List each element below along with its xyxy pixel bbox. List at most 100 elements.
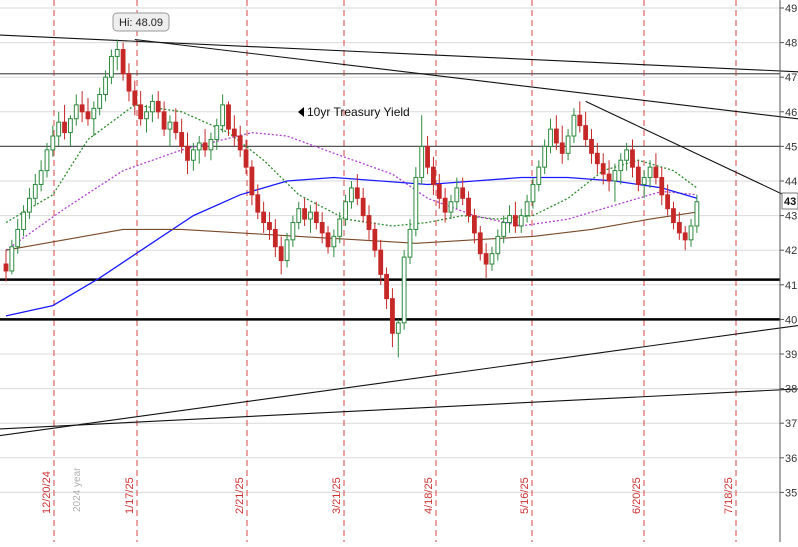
candle-body <box>477 232 483 255</box>
candle-body <box>606 173 612 182</box>
candle-body <box>577 114 583 127</box>
candle-body <box>612 170 618 182</box>
candle-body <box>419 145 425 179</box>
candle-body <box>489 253 495 265</box>
candle-body <box>302 208 308 220</box>
trendlines <box>0 34 798 437</box>
candle-body <box>155 100 161 113</box>
candle-body <box>501 222 507 237</box>
hi-label-group: Hi: 48.09 <box>112 12 170 32</box>
candle-body <box>325 232 331 248</box>
candle-body <box>190 149 196 161</box>
candle-body <box>378 249 384 275</box>
candle-body <box>524 201 530 217</box>
trendline <box>585 100 798 203</box>
candle-body <box>32 183 38 199</box>
candle-body <box>79 104 85 113</box>
candle-body <box>103 76 108 95</box>
candle-body <box>536 166 542 185</box>
candle-body <box>231 128 237 137</box>
candle-body <box>255 194 261 213</box>
current-value-label: 43 <box>784 196 796 208</box>
candle-body <box>337 218 343 237</box>
candle-body <box>272 228 278 248</box>
candle-body <box>214 125 220 140</box>
candle-body <box>319 222 325 234</box>
candle-body <box>85 111 91 120</box>
y-axis: 35 36 37 38 39 40 41 42 43 44 45 46 47 48 49 <box>779 0 797 542</box>
candle-body <box>472 215 477 234</box>
candle-body <box>589 138 594 154</box>
candle-body <box>290 222 296 241</box>
chart-svg: 12/20/24 1/17/25 2/21/25 3/21/25 4/18/25 5/16… <box>0 0 798 542</box>
candle-body <box>665 194 671 210</box>
candle-body <box>132 90 138 106</box>
candle-body <box>126 73 132 92</box>
candle-body <box>594 152 600 165</box>
y-tick-label: 41 <box>785 280 797 292</box>
candle-body <box>366 215 372 230</box>
candle-body <box>97 94 103 109</box>
candle-body <box>360 197 366 217</box>
date-marker-label: 2/21/25 <box>234 477 246 514</box>
y-tick-label: 39 <box>785 349 797 361</box>
candle-body <box>641 177 647 185</box>
candle-body <box>407 228 413 258</box>
candle-body <box>682 232 688 241</box>
date-marker-label: 12/20/24 <box>41 471 53 514</box>
candle-body <box>185 145 190 161</box>
candle-body <box>44 149 50 172</box>
y-tick-label: 45 <box>785 141 797 153</box>
candle-body <box>237 135 243 151</box>
y-tick-label: 43 <box>785 211 797 223</box>
candle-body <box>226 104 231 130</box>
candle-body <box>68 118 73 134</box>
y-tick-label: 42 <box>785 245 797 257</box>
date-marker-label: 1/17/25 <box>124 477 136 514</box>
candle-body <box>565 135 571 154</box>
date-marker-label: 3/21/25 <box>331 477 343 514</box>
candle-body <box>167 121 173 130</box>
candle-body <box>466 197 471 217</box>
candle-body <box>284 239 290 262</box>
candle-body <box>671 208 676 224</box>
candle-body <box>15 228 21 248</box>
candle-body <box>278 246 284 262</box>
date-marker-label: 4/18/25 <box>423 477 435 514</box>
candle-body <box>495 235 501 255</box>
candle-body <box>261 211 267 224</box>
candle-body <box>3 263 9 272</box>
moving-average-line <box>5 211 697 251</box>
candle-body <box>401 256 407 324</box>
candle-body <box>647 166 653 179</box>
candle-body <box>56 121 62 137</box>
candle-body <box>688 225 694 241</box>
candle-body <box>21 211 26 230</box>
trendline <box>134 38 798 120</box>
chart: 12/20/24 1/17/25 2/21/25 3/21/25 4/18/25 5/16… <box>0 0 798 542</box>
candle-body <box>50 135 56 151</box>
candle-body <box>448 201 454 213</box>
candle-body <box>395 322 401 334</box>
y-tick-label: 36 <box>785 453 797 465</box>
annotation-group: 10yr Treasury Yield <box>298 105 410 119</box>
y-tick-label: 49 <box>785 3 797 15</box>
grid <box>0 0 780 542</box>
y-tick-label: 44 <box>785 176 797 188</box>
candle-body <box>454 187 460 203</box>
candle-body <box>630 149 635 168</box>
candle-body <box>313 211 319 224</box>
y-tick-label: 35 <box>785 487 797 499</box>
candle-body <box>108 55 114 78</box>
candle-body <box>138 104 144 120</box>
candle-body <box>343 201 348 220</box>
candle-body <box>460 187 466 199</box>
candle-body <box>27 197 32 213</box>
date-marker-label: 7/18/25 <box>723 477 735 514</box>
candle-body <box>196 142 202 151</box>
candle-body <box>635 166 641 185</box>
current-value-badge: 43 <box>781 192 798 210</box>
candle-body <box>161 111 167 130</box>
y-tick-label: 47 <box>785 72 797 84</box>
candle-body <box>653 166 659 179</box>
